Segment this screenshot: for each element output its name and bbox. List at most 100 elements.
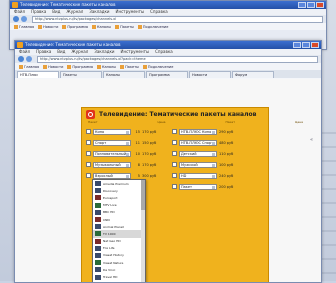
package-select[interactable]: Музыкальный (93, 161, 131, 168)
package-select[interactable]: Спорт (93, 139, 131, 146)
dropdown-item[interactable]: MTV Live (93, 202, 145, 209)
dropdown-item[interactable]: Animal Planet (93, 223, 145, 230)
menu-help[interactable]: Справка (155, 49, 173, 55)
dropdown-item-highlighted[interactable]: TV 1000 (93, 230, 145, 238)
menu-bookmarks[interactable]: Закладки (89, 9, 109, 15)
dropdown-scrollbar[interactable] (141, 180, 145, 282)
package-checkbox[interactable] (86, 173, 91, 178)
dropdown-item[interactable]: Viasat History (93, 252, 145, 259)
package-price: 480 руб (219, 140, 234, 145)
minimize-button[interactable] (298, 2, 306, 8)
bookmark-item[interactable]: Главная (19, 64, 39, 69)
dropdown-item[interactable]: Amedia Premium (93, 180, 145, 187)
channel-count: 5 (137, 173, 140, 178)
bookmark-item[interactable]: Новости (43, 64, 63, 69)
address-field[interactable]: http://www.ntvplus.ru/tv/packages/channe… (32, 15, 323, 23)
tab-forum[interactable]: Форум (232, 71, 274, 78)
dropdown-item[interactable]: Nat Geo HD (93, 238, 145, 245)
tab-news[interactable]: Новости (189, 71, 231, 78)
package-checkbox[interactable] (86, 151, 91, 156)
menu-bookmarks[interactable]: Закладки (94, 49, 114, 55)
bookmark-item[interactable]: Главная (14, 24, 34, 29)
package-checkbox[interactable] (86, 162, 91, 167)
dropdown-item[interactable]: CNN (93, 216, 145, 223)
menu-edit[interactable]: Правка (36, 49, 51, 55)
address-field[interactable]: http://www.ntvplus.ru/tv/packages/channe… (37, 55, 318, 63)
menu-view[interactable]: Вид (52, 9, 60, 15)
menu-file[interactable]: Файл (14, 9, 25, 15)
browser-icon (17, 42, 23, 48)
package-select[interactable]: Познавательный (93, 150, 131, 157)
back-bookmarks-bar: Главная Новости Программа Каналы Пакеты … (10, 23, 326, 30)
menu-help[interactable]: Справка (150, 9, 168, 15)
package-select[interactable]: Детский (179, 150, 217, 157)
package-select[interactable]: НТВ-ПЛЮС Кино (179, 128, 217, 135)
channel-logo-icon (95, 267, 101, 273)
package-select[interactable]: Взрослый (93, 172, 131, 179)
back-arrow-icon[interactable] (18, 56, 24, 62)
bookmark-item[interactable]: Каналы (96, 64, 116, 69)
menu-edit[interactable]: Правка (31, 9, 46, 15)
bookmark-item[interactable]: Пакеты (115, 24, 134, 29)
package-checkbox[interactable] (172, 140, 177, 145)
package-select[interactable]: HD (179, 172, 217, 179)
bookmark-item[interactable]: Программа (67, 64, 93, 69)
tab-ntvplus[interactable]: НТВ-Плюс (17, 71, 59, 78)
menu-tools[interactable]: Инструменты (120, 49, 149, 55)
forward-arrow-icon[interactable] (26, 56, 32, 62)
scrollbar-thumb[interactable] (141, 180, 145, 210)
maximize-button[interactable] (302, 42, 310, 48)
package-checkbox[interactable] (86, 129, 91, 134)
dropdown-item[interactable]: Viasat Nature (93, 259, 145, 266)
package-checkbox[interactable] (86, 140, 91, 145)
bookmark-item[interactable]: Подключение (142, 64, 173, 69)
menu-history[interactable]: Журнал (71, 49, 88, 55)
package-checkbox[interactable] (172, 129, 177, 134)
package-checkbox[interactable] (172, 162, 177, 167)
dropdown-item[interactable]: Travel HD (93, 273, 145, 280)
package-checkbox[interactable] (172, 173, 177, 178)
menu-history[interactable]: Журнал (66, 9, 83, 15)
channel-logo-icon (95, 252, 101, 258)
bookmark-icon (67, 64, 72, 69)
back-titlebar: Телевидение: Тематические пакеты каналов (10, 1, 326, 9)
package-select[interactable]: Мужской (179, 161, 217, 168)
channel-logo-icon (95, 231, 101, 237)
close-button[interactable] (311, 42, 319, 48)
channel-dropdown-list[interactable]: Amedia Premium Discovery Eurosport MTV L… (92, 179, 146, 282)
package-select[interactable]: Кино (93, 128, 131, 135)
menu-tools[interactable]: Инструменты (115, 9, 144, 15)
package-checkbox[interactable] (172, 151, 177, 156)
channel-count: 8 (137, 162, 140, 167)
dropdown-item[interactable]: Da Vinci (93, 266, 145, 273)
tab-schedule[interactable]: Программа (146, 71, 188, 78)
front-titlebar: Телевидение: Тематические пакеты каналов (15, 41, 321, 49)
bookmark-item[interactable]: Новости (38, 24, 58, 29)
channel-logo-icon (95, 202, 101, 208)
bookmark-item[interactable]: Программа (62, 24, 88, 29)
bookmark-item[interactable]: Подключение (137, 24, 168, 29)
col-head-price-2: Цена (294, 120, 303, 124)
back-arrow-icon[interactable] (13, 16, 19, 22)
tab-packages[interactable]: Пакеты (60, 71, 102, 78)
menu-file[interactable]: Файл (19, 49, 30, 55)
bookmark-item[interactable]: Пакеты (120, 64, 139, 69)
close-button[interactable] (316, 2, 324, 8)
forward-arrow-icon[interactable] (21, 16, 27, 22)
panel-title: Телевидение: Тематические пакеты каналов (99, 110, 257, 118)
dropdown-item[interactable]: Eurosport (93, 194, 145, 201)
package-checkbox[interactable] (172, 184, 177, 189)
dropdown-item[interactable]: Fox Life (93, 245, 145, 252)
bookmark-item[interactable]: Каналы (91, 24, 111, 29)
package-select[interactable]: Пакет (179, 183, 217, 190)
minimize-button[interactable] (293, 42, 301, 48)
bookmark-icon (137, 24, 142, 29)
maximize-button[interactable] (307, 2, 315, 8)
dropdown-item[interactable]: BBC HD (93, 209, 145, 216)
dropdown-item[interactable]: Discovery (93, 187, 145, 194)
channel-count: 15 (135, 129, 140, 134)
menu-view[interactable]: Вид (57, 49, 65, 55)
tab-channels[interactable]: Каналы (103, 71, 145, 78)
package-select[interactable]: НТВ-ПЛЮС Спорт (179, 139, 217, 146)
package-row: Познавательный 10 170 руб Детский 110 ру… (86, 149, 266, 158)
